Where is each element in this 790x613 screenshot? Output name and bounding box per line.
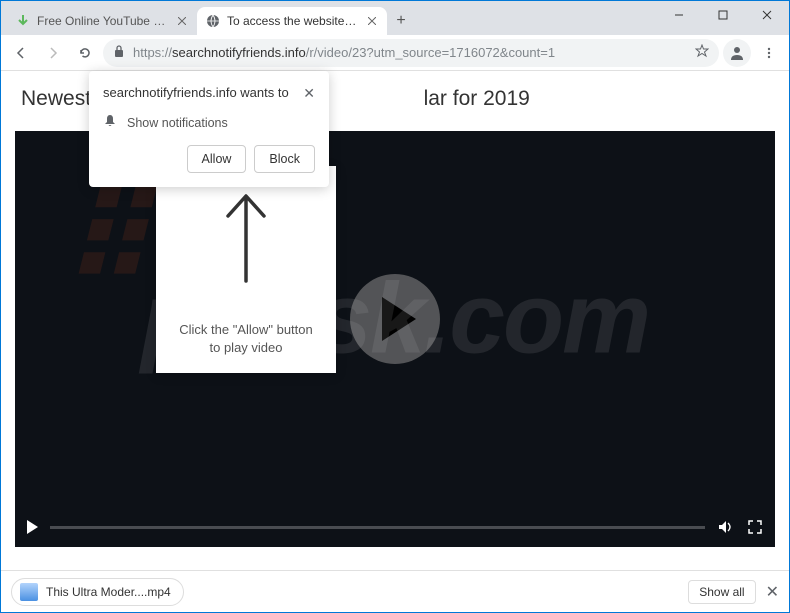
allow-text-line2: to play video: [168, 339, 324, 357]
tab-2-title: To access the website click the "A: [227, 14, 359, 28]
play-button[interactable]: [350, 274, 440, 364]
profile-button[interactable]: [723, 39, 751, 67]
kebab-menu-icon[interactable]: [755, 39, 783, 67]
video-file-icon: [20, 583, 38, 601]
up-arrow-icon: [168, 186, 324, 291]
bookmark-star-icon[interactable]: [695, 44, 709, 61]
reload-button[interactable]: [71, 39, 99, 67]
tab-2-close-icon[interactable]: [365, 14, 379, 28]
new-tab-button[interactable]: +: [387, 7, 415, 35]
minimize-button[interactable]: [657, 1, 701, 29]
notification-permission-popup: searchnotifyfriends.info wants to ✕ Show…: [89, 71, 329, 187]
url-protocol: https://: [133, 45, 172, 60]
block-button[interactable]: Block: [254, 145, 315, 173]
address-bar: https:// searchnotifyfriends.info /r/vid…: [1, 35, 789, 71]
url-input[interactable]: https:// searchnotifyfriends.info /r/vid…: [103, 39, 719, 67]
back-button[interactable]: [7, 39, 35, 67]
progress-bar[interactable]: [50, 526, 705, 529]
allow-instruction-overlay: Click the "Allow" button to play video: [156, 166, 336, 373]
video-player: ⠿ pcrisk.com: [15, 131, 775, 547]
download-bar-close-icon[interactable]: ✕: [766, 582, 779, 602]
download-bar: This Ultra Moder....mp4 Show all ✕: [1, 570, 789, 612]
globe-icon: [205, 13, 221, 29]
bell-icon: [103, 114, 117, 131]
lock-icon: [113, 44, 125, 61]
show-all-button[interactable]: Show all: [688, 580, 755, 604]
allow-button[interactable]: Allow: [187, 145, 247, 173]
fullscreen-icon[interactable]: [747, 519, 763, 535]
tab-2[interactable]: To access the website click the "A: [197, 7, 387, 35]
play-icon: [382, 297, 416, 341]
url-domain: searchnotifyfriends.info: [172, 45, 306, 60]
close-window-button[interactable]: [745, 1, 789, 29]
notification-close-icon[interactable]: ✕: [303, 85, 315, 102]
tab-1-close-icon[interactable]: [175, 14, 189, 28]
download-arrow-icon: [15, 13, 31, 29]
download-filename: This Ultra Moder....mp4: [46, 585, 171, 599]
video-play-icon[interactable]: [27, 520, 38, 534]
allow-text-line1: Click the "Allow" button: [168, 321, 324, 339]
url-path: /r/video/23?utm_source=1716072&count=1: [306, 45, 555, 60]
video-controls: [15, 507, 775, 547]
notification-permission-label: Show notifications: [127, 116, 228, 130]
tab-1-title: Free Online YouTube Downloade: [37, 14, 169, 28]
maximize-button[interactable]: [701, 1, 745, 29]
download-item[interactable]: This Ultra Moder....mp4: [11, 578, 184, 606]
notification-title: searchnotifyfriends.info wants to: [103, 85, 289, 100]
tab-1[interactable]: Free Online YouTube Downloade: [7, 7, 197, 35]
volume-icon[interactable]: [717, 518, 735, 536]
forward-button[interactable]: [39, 39, 67, 67]
